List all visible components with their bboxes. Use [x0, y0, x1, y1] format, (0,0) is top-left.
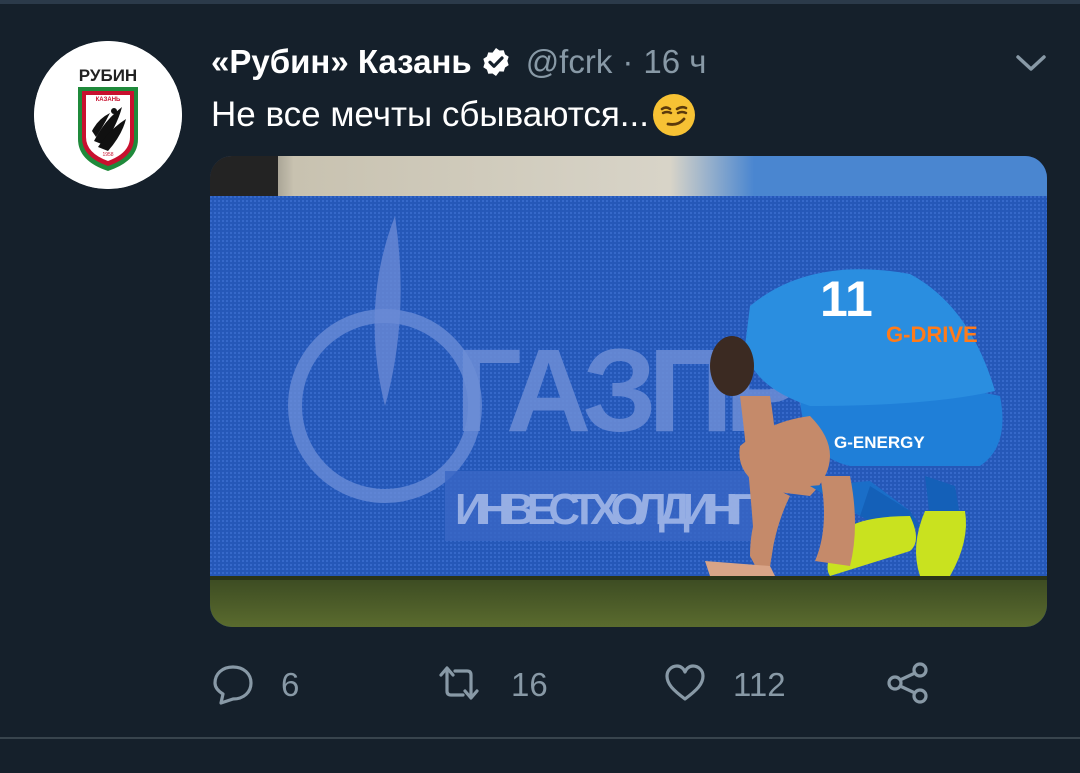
retweet-button[interactable]: 16 — [433, 658, 548, 712]
handle[interactable]: @fcrk — [526, 43, 613, 81]
verified-icon — [480, 46, 512, 78]
tweet-text: Не все мечты сбываются... — [211, 92, 697, 138]
like-button[interactable]: 112 — [663, 658, 786, 712]
reply-count: 6 — [281, 666, 300, 703]
retweet-count: 16 — [511, 666, 548, 703]
banner-subtext: ИНВЕСТХОЛДИНГ — [455, 485, 755, 534]
bottom-divider — [0, 737, 1080, 739]
reply-icon — [211, 661, 255, 710]
football-player-photo: ГАЗПРОМ ИНВЕСТХОЛДИНГ — [210, 156, 1047, 627]
shorts-sponsor: G-ENERGY — [834, 433, 925, 452]
smirking-face-emoji — [651, 92, 697, 138]
svg-text:РУБИН: РУБИН — [79, 66, 137, 85]
tweet-text-content: Не все мечты сбываются... — [211, 95, 649, 134]
action-bar: 6 16 112 — [211, 658, 971, 712]
share-icon — [885, 661, 931, 710]
shirt-sponsor: G-DRIVE — [886, 322, 978, 347]
separator-dot: · — [622, 43, 634, 80]
timestamp[interactable]: 16 ч — [643, 43, 706, 81]
like-count: 112 — [733, 666, 786, 703]
display-name[interactable]: «Рубин» Казань — [211, 43, 472, 81]
top-divider — [0, 0, 1080, 4]
avatar[interactable]: РУБИН КАЗАНЬ 1958 — [34, 41, 182, 189]
tweet-header: «Рубин» Казань @fcrk · 16 ч — [211, 40, 706, 84]
chevron-down-icon[interactable] — [1014, 48, 1048, 78]
reply-button[interactable]: 6 — [211, 658, 299, 712]
svg-text:1958: 1958 — [102, 152, 113, 158]
tweet-photo[interactable]: ГАЗПРОМ ИНВЕСТХОЛДИНГ — [210, 156, 1047, 627]
share-button[interactable] — [885, 658, 931, 712]
svg-text:КАЗАНЬ: КАЗАНЬ — [96, 97, 121, 103]
tweet-card[interactable]: РУБИН КАЗАНЬ 1958 «Рубин» Казань @fcrk ·… — [0, 0, 1080, 773]
rubin-logo: РУБИН КАЗАНЬ 1958 — [34, 41, 182, 189]
retweet-icon — [433, 661, 485, 710]
like-icon — [663, 661, 707, 710]
shirt-number: 11 — [820, 271, 873, 327]
